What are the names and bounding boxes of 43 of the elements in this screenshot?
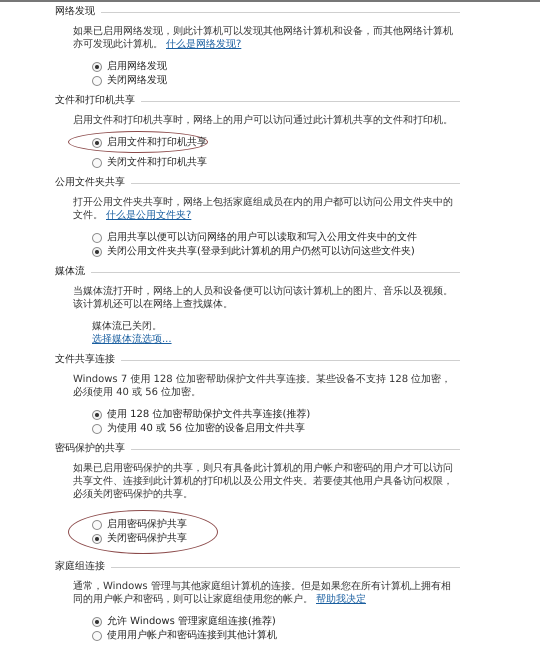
radio-label: 关闭网络发现 [107,74,167,87]
radio-button[interactable] [92,630,102,640]
options-link[interactable]: 选择媒体流选项... [92,333,172,346]
radio-button[interactable] [92,138,102,148]
section-description: Windows 7 使用 128 位加密帮助保护文件共享连接。某些设备不支持 128 位加密，必须使用 40 或 56 位加密。 [73,373,452,399]
section-header: 文件和打印机共享 [55,94,135,108]
status-text: 媒体流已关闭。 [92,320,163,333]
section-header: 网络发现 [55,5,95,19]
radio-label: 启用密码保护共享 [107,518,187,531]
radio-label: 允许 Windows 管理家庭组连接(推荐) [107,615,276,628]
radio-label: 关闭文件和打印机共享 [107,156,207,169]
section-description: 启用文件和打印机共享时，网络上的用户可以访问通过此计算机共享的文件和打印机。 [73,114,454,127]
radio-button[interactable] [92,246,102,256]
radio-label: 使用用户帐户和密码连接到其他计算机 [107,629,277,642]
radio-button[interactable] [92,424,102,434]
section-header: 密码保护的共享 [55,442,125,456]
radio-button[interactable] [92,520,102,530]
radio-button[interactable] [92,62,102,72]
help-link[interactable]: 什么是公用文件夹? [106,210,192,221]
radio-button[interactable] [92,232,102,242]
section-header: 文件共享连接 [55,353,115,367]
radio-button[interactable] [92,158,102,168]
radio-button[interactable] [92,616,102,626]
radio-label: 使用 128 位加密帮助保护文件共享连接(推荐) [107,408,310,421]
help-link[interactable]: 帮助我决定 [316,594,366,605]
radio-button[interactable] [92,76,102,86]
section-description: 通常，Windows 管理与其他家庭组计算机的连接。但是如果您在所有计算机上拥有相同的用户帐户和密码，则可以让家庭组使用您的帐户。 帮助我决定 [73,580,452,606]
section-description: 如果已启用密码保护的共享，则只有具备此计算机的用户帐户和密码的用户才可以访问共享文件、连接到此计算机的打印机以及公用文件夹。若要使其他用户具备访问权限，必须关闭密码保护的共享。 [73,462,454,501]
section-header: 家庭组连接 [55,560,105,574]
radio-label: 启用网络发现 [107,60,167,73]
radio-label: 为使用 40 或 56 位加密的设备启用文件共享 [107,422,306,435]
radio-label: 启用共享以便可以访问网络的用户可以读取和写入公用文件夹中的文件 [107,231,417,244]
section-description: 如果已启用网络发现，则此计算机可以发现其他网络计算机和设备，而其他网络计算机亦可发现此计算机。 什么是网络发现? [73,25,454,51]
radio-label: 启用文件和打印机共享 [107,136,207,149]
section-header: 媒体流 [55,265,85,279]
help-link[interactable]: 什么是网络发现? [166,39,242,50]
section-description: 当媒体流打开时，网络上的人员和设备便可以访问该计算机上的图片、音乐以及视频。该计算机还可以在网络上查找媒体。 [73,285,454,311]
section-header: 公用文件夹共享 [55,176,125,190]
radio-button[interactable] [92,534,102,544]
radio-button[interactable] [92,410,102,420]
section-description: 打开公用文件夹共享时，网络上包括家庭组成员在内的用户都可以访问公用文件夹中的文件。 什么是公用文件夹? [73,196,454,222]
radio-label: 关闭密码保护共享 [107,532,187,545]
radio-label: 关闭公用文件夹共享(登录到此计算机的用户仍然可以访问这些文件夹) [107,245,415,258]
